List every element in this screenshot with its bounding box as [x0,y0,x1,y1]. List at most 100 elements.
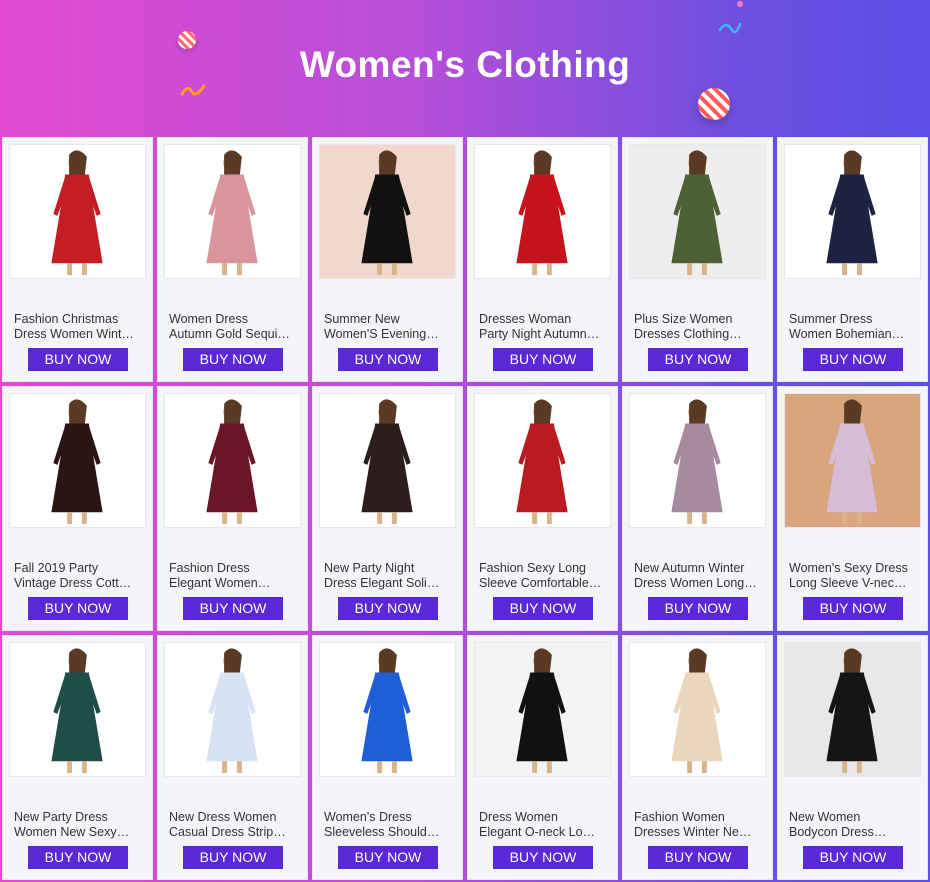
model-leg [81,263,87,276]
product-image[interactable] [164,144,301,279]
product-image[interactable] [474,144,611,279]
product-name-line: Vintage Dress Cott… [14,576,132,590]
product-image[interactable] [9,393,146,528]
product-card[interactable]: Fashion Women Dresses Winter Ne… BUY NOW [622,635,773,880]
product-name[interactable]: Summer Dress Women Bohemian… [789,312,919,342]
product-name[interactable]: Fashion Christmas Dress Women Wint… [14,312,144,342]
buy-now-button[interactable]: BUY NOW [803,846,903,869]
product-image[interactable] [9,642,146,777]
buy-now-button[interactable]: BUY NOW [183,846,283,869]
product-name-line: Elegant O-neck Lo… [479,825,596,839]
buy-now-button[interactable]: BUY NOW [28,348,128,371]
product-image[interactable] [784,144,921,279]
model-hair [844,399,862,424]
buy-now-button[interactable]: BUY NOW [493,348,593,371]
model-leg [701,263,707,276]
product-name[interactable]: New Party Night Dress Elegant Soli… [324,561,454,591]
product-card[interactable]: Fashion Sexy Long Sleeve Comfortable… BUY … [467,386,618,631]
product-image[interactable] [319,144,456,279]
product-name[interactable]: Women's Sexy Dress Long Sleeve V-nec… [789,561,919,591]
product-name[interactable]: Women's Dress Sleeveless Should… [324,810,454,840]
model-leg [546,263,552,276]
product-card[interactable]: Women Dress Autumn Gold Sequi… BUY NOW [157,137,308,382]
dress-figure-icon [475,643,610,776]
product-card[interactable]: Plus Size Women Dresses Clothing… BUY NOW [622,137,773,382]
product-image[interactable] [164,642,301,777]
product-name[interactable]: Summer New Women'S Evening… [324,312,454,342]
product-image[interactable] [629,144,766,279]
product-name-line: Dress Women [479,810,558,824]
buy-now-button[interactable]: BUY NOW [493,597,593,620]
product-card[interactable]: New Autumn Winter Dress Women Long… BUY NO… [622,386,773,631]
buy-now-button[interactable]: BUY NOW [28,846,128,869]
product-card[interactable]: New Women Bodycon Dress… BUY NOW [777,635,928,880]
product-name[interactable]: New Party Dress Women New Sexy… [14,810,144,840]
product-card[interactable]: New Party Night Dress Elegant Soli… BUY NO… [312,386,463,631]
product-name-line: Sleeveless Should… [324,825,440,839]
product-name[interactable]: New Autumn Winter Dress Women Long… [634,561,764,591]
buy-now-button[interactable]: BUY NOW [648,348,748,371]
product-name[interactable]: Dresses Woman Party Night Autumn… [479,312,609,342]
product-card[interactable]: Fashion Christmas Dress Women Wint… BUY NO… [2,137,153,382]
buy-now-button[interactable]: BUY NOW [338,348,438,371]
buy-now-button[interactable]: BUY NOW [183,348,283,371]
product-card[interactable]: New Dress Women Casual Dress Strip… BUY NO… [157,635,308,880]
product-image[interactable] [164,393,301,528]
model-hair [844,648,862,673]
product-image[interactable] [9,144,146,279]
product-name[interactable]: Plus Size Women Dresses Clothing… [634,312,764,342]
buy-now-button[interactable]: BUY NOW [648,597,748,620]
product-image[interactable] [629,642,766,777]
model-leg [236,263,242,276]
dress-figure-icon [475,394,610,527]
product-image[interactable] [474,393,611,528]
buy-now-button[interactable]: BUY NOW [648,846,748,869]
product-card[interactable]: Summer New Women'S Evening… BUY NOW [312,137,463,382]
model-leg [377,263,383,276]
model-leg [856,512,862,525]
product-image[interactable] [784,393,921,528]
dress-figure-icon [165,394,300,527]
product-name[interactable]: New Women Bodycon Dress… [789,810,919,840]
buy-now-button[interactable]: BUY NOW [493,846,593,869]
model-leg [701,512,707,525]
product-name[interactable]: Fashion Women Dresses Winter Ne… [634,810,764,840]
buy-now-button[interactable]: BUY NOW [803,348,903,371]
buy-now-button[interactable]: BUY NOW [28,597,128,620]
product-name-line: New Autumn Winter [634,561,745,575]
product-image[interactable] [474,642,611,777]
product-name[interactable]: Women Dress Autumn Gold Sequi… [169,312,299,342]
product-card[interactable]: Fall 2019 Party Vintage Dress Cott… BUY NO… [2,386,153,631]
model-leg [687,512,693,525]
product-card[interactable]: Summer Dress Women Bohemian… BUY NOW [777,137,928,382]
buy-now-button[interactable]: BUY NOW [183,597,283,620]
model-leg [842,263,848,276]
model-leg [687,761,693,774]
product-image[interactable] [319,642,456,777]
product-card[interactable]: Women's Sexy Dress Long Sleeve V-nec… BUY … [777,386,928,631]
product-name-line: Summer Dress [789,312,873,326]
model-leg [377,512,383,525]
product-image[interactable] [784,642,921,777]
buy-now-button[interactable]: BUY NOW [338,597,438,620]
product-card[interactable]: Dress Women Elegant O-neck Lo… BUY NOW [467,635,618,880]
model-leg [81,512,87,525]
product-name[interactable]: Dress Women Elegant O-neck Lo… [479,810,609,840]
product-name-line: Fashion Women [634,810,725,824]
product-card[interactable]: Fashion Dress Elegant Women… BUY NOW [157,386,308,631]
product-card[interactable]: Dresses Woman Party Night Autumn… BUY NOW [467,137,618,382]
buy-now-button[interactable]: BUY NOW [803,597,903,620]
product-card[interactable]: Women's Dress Sleeveless Should… BUY NOW [312,635,463,880]
ornament-ball-icon [698,88,730,120]
product-card[interactable]: New Party Dress Women New Sexy… BUY NOW [2,635,153,880]
model-leg [391,263,397,276]
product-image[interactable] [319,393,456,528]
product-name-line: Fashion Dress [169,561,250,575]
product-name[interactable]: New Dress Women Casual Dress Strip… [169,810,299,840]
buy-now-button[interactable]: BUY NOW [338,846,438,869]
product-name[interactable]: Fashion Sexy Long Sleeve Comfortable… [479,561,609,591]
model-leg [67,761,73,774]
product-image[interactable] [629,393,766,528]
product-name[interactable]: Fashion Dress Elegant Women… [169,561,299,591]
product-name[interactable]: Fall 2019 Party Vintage Dress Cott… [14,561,144,591]
